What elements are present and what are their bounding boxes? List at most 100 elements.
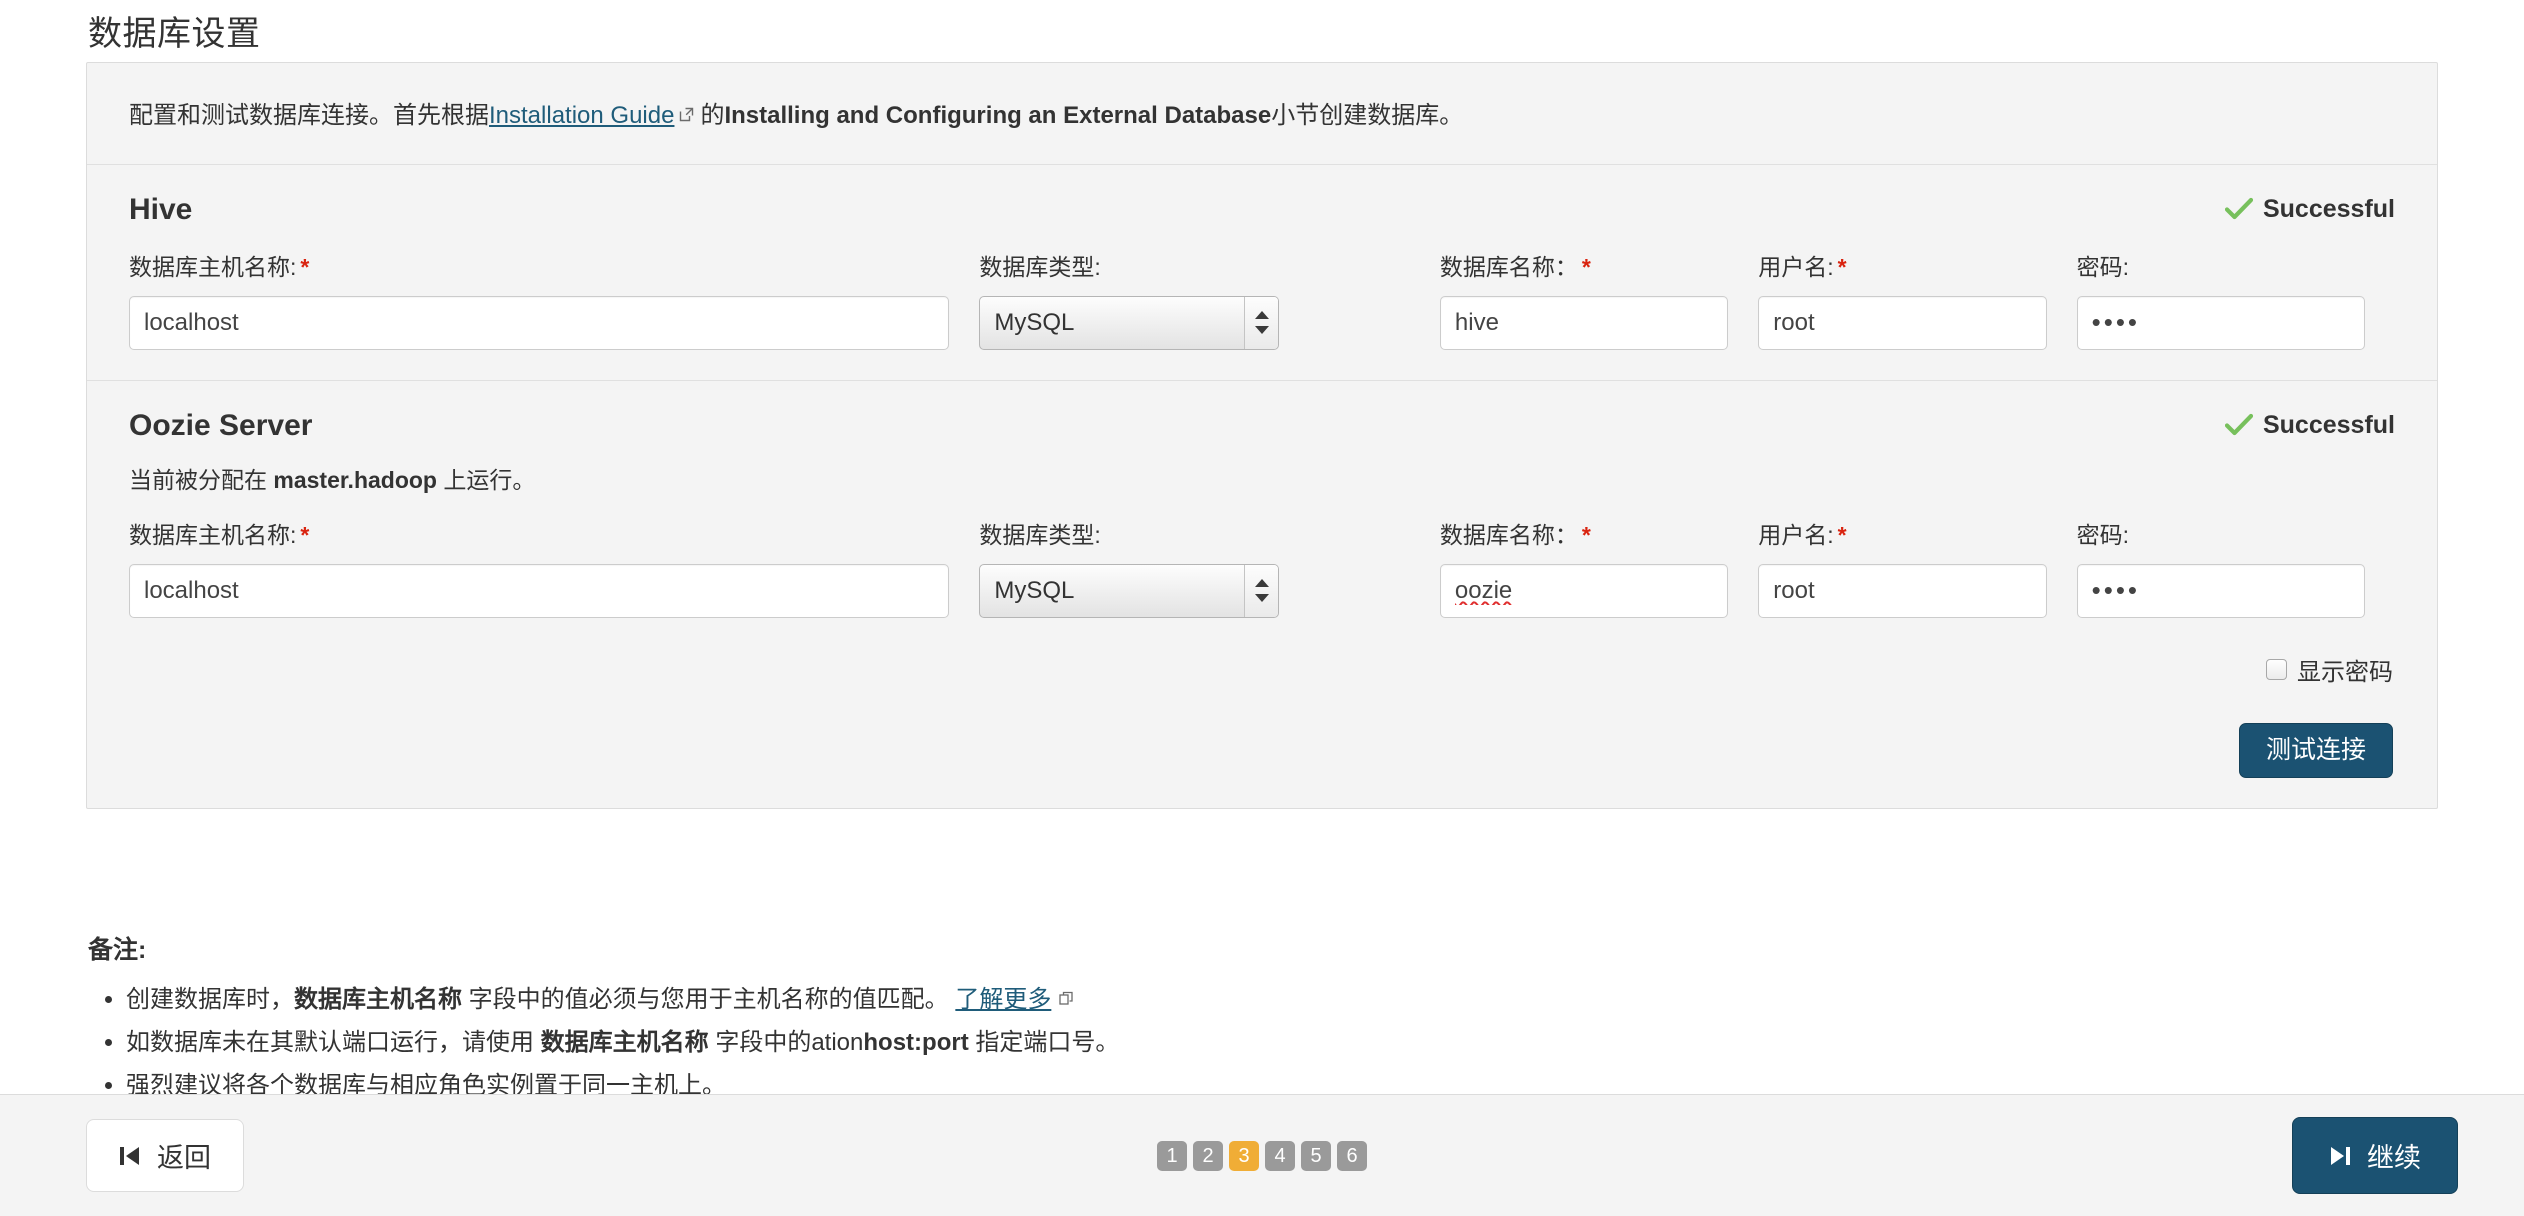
list-item: 如数据库未在其默认端口运行，请使用 数据库主机名称 字段中的ationhost:… xyxy=(126,1024,2388,1061)
skip-back-icon xyxy=(119,1144,141,1168)
status-badge-oozie: Successful xyxy=(2224,407,2395,440)
oozie-dbname-input[interactable] xyxy=(1439,563,1729,618)
oozie-host-field: 数据库主机名称: * xyxy=(129,522,979,618)
oozie-host-label: 数据库主机名称: * xyxy=(129,522,949,550)
label-text: 数据库名称： xyxy=(1439,522,1578,549)
select-spinner-arrows[interactable] xyxy=(1244,296,1279,349)
label-text: 用户名: xyxy=(1758,522,1834,549)
hive-dbname-input[interactable] xyxy=(1439,295,1729,350)
hive-host-label: 数据库主机名称: * xyxy=(129,254,949,282)
required-marker: * xyxy=(1581,522,1591,549)
intro-mid: 的 xyxy=(700,102,725,129)
required-marker: * xyxy=(1837,522,1847,549)
hive-type-label: 数据库类型: xyxy=(979,254,1101,281)
select-spinner-arrows[interactable] xyxy=(1244,564,1279,617)
section-header: Hive Successful xyxy=(129,191,2395,229)
hive-password-input[interactable] xyxy=(2076,295,2365,350)
section-title-oozie: Oozie Server xyxy=(129,408,313,442)
back-button[interactable]: 返回 xyxy=(86,1119,244,1192)
list-item: 创建数据库时，数据库主机名称 字段中的值必须与您用于主机名称的值匹配。 了解更多 xyxy=(126,980,2388,1018)
external-link-icon xyxy=(1059,980,1074,1005)
assigned-prefix: 当前被分配在 xyxy=(129,467,274,494)
check-icon xyxy=(2224,197,2253,221)
notes-block: 备注: 创建数据库时，数据库主机名称 字段中的值必须与您用于主机名称的值匹配。 … xyxy=(88,930,2388,1111)
oozie-user-field: 用户名: * xyxy=(1758,522,2076,618)
hive-field-row: 数据库主机名称:* 数据库类型: MySQL 数据库名称：* xyxy=(129,254,2395,350)
note-bold: host:port xyxy=(863,1029,969,1057)
hive-password-field: 密码: xyxy=(2076,254,2395,350)
database-setup-page: 数据库设置 配置和测试数据库连接。首先根据Installation Guide 的… xyxy=(0,0,2524,1216)
required-marker: * xyxy=(1581,254,1591,281)
required-marker: * xyxy=(300,254,310,281)
label-text: 数据库主机名称: xyxy=(129,254,297,281)
oozie-dbname-label: 数据库名称： * xyxy=(1440,522,1728,550)
oozie-type-label: 数据库类型: xyxy=(979,522,1101,549)
required-marker: * xyxy=(1837,254,1847,281)
note-text: 指定端口号。 xyxy=(968,1029,1120,1057)
test-connection-row: 测试连接 xyxy=(129,722,2395,778)
database-settings-panel: 配置和测试数据库连接。首先根据Installation Guide 的Instal… xyxy=(86,62,2438,809)
page-step-1[interactable]: 1 xyxy=(1157,1140,1187,1171)
note-text: 字段中的值必须与您用于主机名称的值匹配。 xyxy=(462,986,956,1013)
hive-user-input[interactable] xyxy=(1758,295,2047,350)
oozie-field-row: 数据库主机名称:* 数据库类型: MySQL 数据库名称：* xyxy=(129,522,2395,618)
hive-type-selected-value: MySQL xyxy=(979,295,1280,350)
required-marker: * xyxy=(300,522,310,549)
assigned-suffix: 上运行。 xyxy=(437,467,536,494)
page-title: 数据库设置 xyxy=(88,15,261,53)
hive-host-field: 数据库主机名称: * xyxy=(129,254,979,350)
page-step-2[interactable]: 2 xyxy=(1193,1140,1223,1171)
page-step-6[interactable]: 6 xyxy=(1337,1140,1367,1171)
status-text-hive: Successful xyxy=(2262,194,2395,223)
test-connection-button[interactable]: 测试连接 xyxy=(2238,722,2393,778)
label-text: 用户名: xyxy=(1758,254,1834,281)
intro-lead: 配置和测试数据库连接。首先根据 xyxy=(129,102,489,129)
notes-list: 创建数据库时，数据库主机名称 字段中的值必须与您用于主机名称的值匹配。 了解更多… xyxy=(88,980,2388,1105)
label-text: 数据库名称： xyxy=(1439,254,1578,281)
page-step-4[interactable]: 4 xyxy=(1265,1140,1295,1171)
oozie-password-label: 密码: xyxy=(2076,522,2130,549)
oozie-password-field: 密码: xyxy=(2076,522,2395,618)
show-password-row[interactable]: 显示密码 xyxy=(129,652,2395,687)
continue-button-label: 继续 xyxy=(2367,1143,2421,1173)
oozie-user-input[interactable] xyxy=(1758,563,2047,618)
section-hive: Hive Successful 数据库主机名称:* 数据库类型: xyxy=(87,165,2437,380)
hive-user-label: 用户名: * xyxy=(1758,254,2046,282)
notes-title: 备注: xyxy=(88,936,147,964)
oozie-host-input[interactable] xyxy=(129,563,950,618)
hive-password-label: 密码: xyxy=(2076,254,2130,281)
skip-forward-icon xyxy=(2329,1144,2351,1168)
show-password-checkbox[interactable] xyxy=(2266,658,2287,680)
assigned-host: master.hadoop xyxy=(273,467,437,494)
note-text: 字段中的ation xyxy=(708,1029,864,1057)
wizard-pagination: 1 2 3 4 5 6 xyxy=(1157,1140,1367,1171)
hive-dbname-field: 数据库名称： * xyxy=(1439,254,1758,350)
hive-dbname-label: 数据库名称： * xyxy=(1440,254,1728,282)
hive-host-input[interactable] xyxy=(129,295,950,350)
note-text: 创建数据库时， xyxy=(126,986,294,1013)
learn-more-link[interactable]: 了解更多 xyxy=(955,986,1051,1013)
oozie-dbname-field: 数据库名称： * xyxy=(1439,522,1758,618)
note-bold: 数据库主机名称 xyxy=(540,1029,709,1057)
hive-type-select[interactable]: MySQL xyxy=(979,295,1280,350)
page-step-3[interactable]: 3 xyxy=(1229,1140,1259,1171)
section-title-hive: Hive xyxy=(129,192,193,226)
chevron-up-icon xyxy=(1254,311,1269,320)
section-oozie-server: Oozie Server Successful 当前被分配在 master.ha… xyxy=(87,379,2437,808)
chevron-down-icon xyxy=(1254,594,1269,603)
chevron-up-icon xyxy=(1254,579,1269,588)
installation-guide-link[interactable]: Installation Guide xyxy=(489,102,674,129)
check-icon xyxy=(2224,413,2253,437)
oozie-assignment-note: 当前被分配在 master.hadoop 上运行。 xyxy=(129,466,2395,496)
hive-user-field: 用户名: * xyxy=(1758,254,2076,350)
page-step-5[interactable]: 5 xyxy=(1301,1140,1331,1171)
status-text-oozie: Successful xyxy=(2262,410,2395,439)
oozie-password-input[interactable] xyxy=(2076,563,2365,618)
oozie-user-label: 用户名: * xyxy=(1758,522,2046,550)
continue-button[interactable]: 继续 xyxy=(2292,1117,2458,1194)
oozie-type-selected-value: MySQL xyxy=(979,563,1280,618)
status-badge-hive: Successful xyxy=(2224,191,2395,224)
label-text: 数据库主机名称: xyxy=(129,522,297,549)
oozie-type-select[interactable]: MySQL xyxy=(979,563,1280,618)
oozie-type-field: 数据库类型: MySQL xyxy=(979,522,1440,618)
